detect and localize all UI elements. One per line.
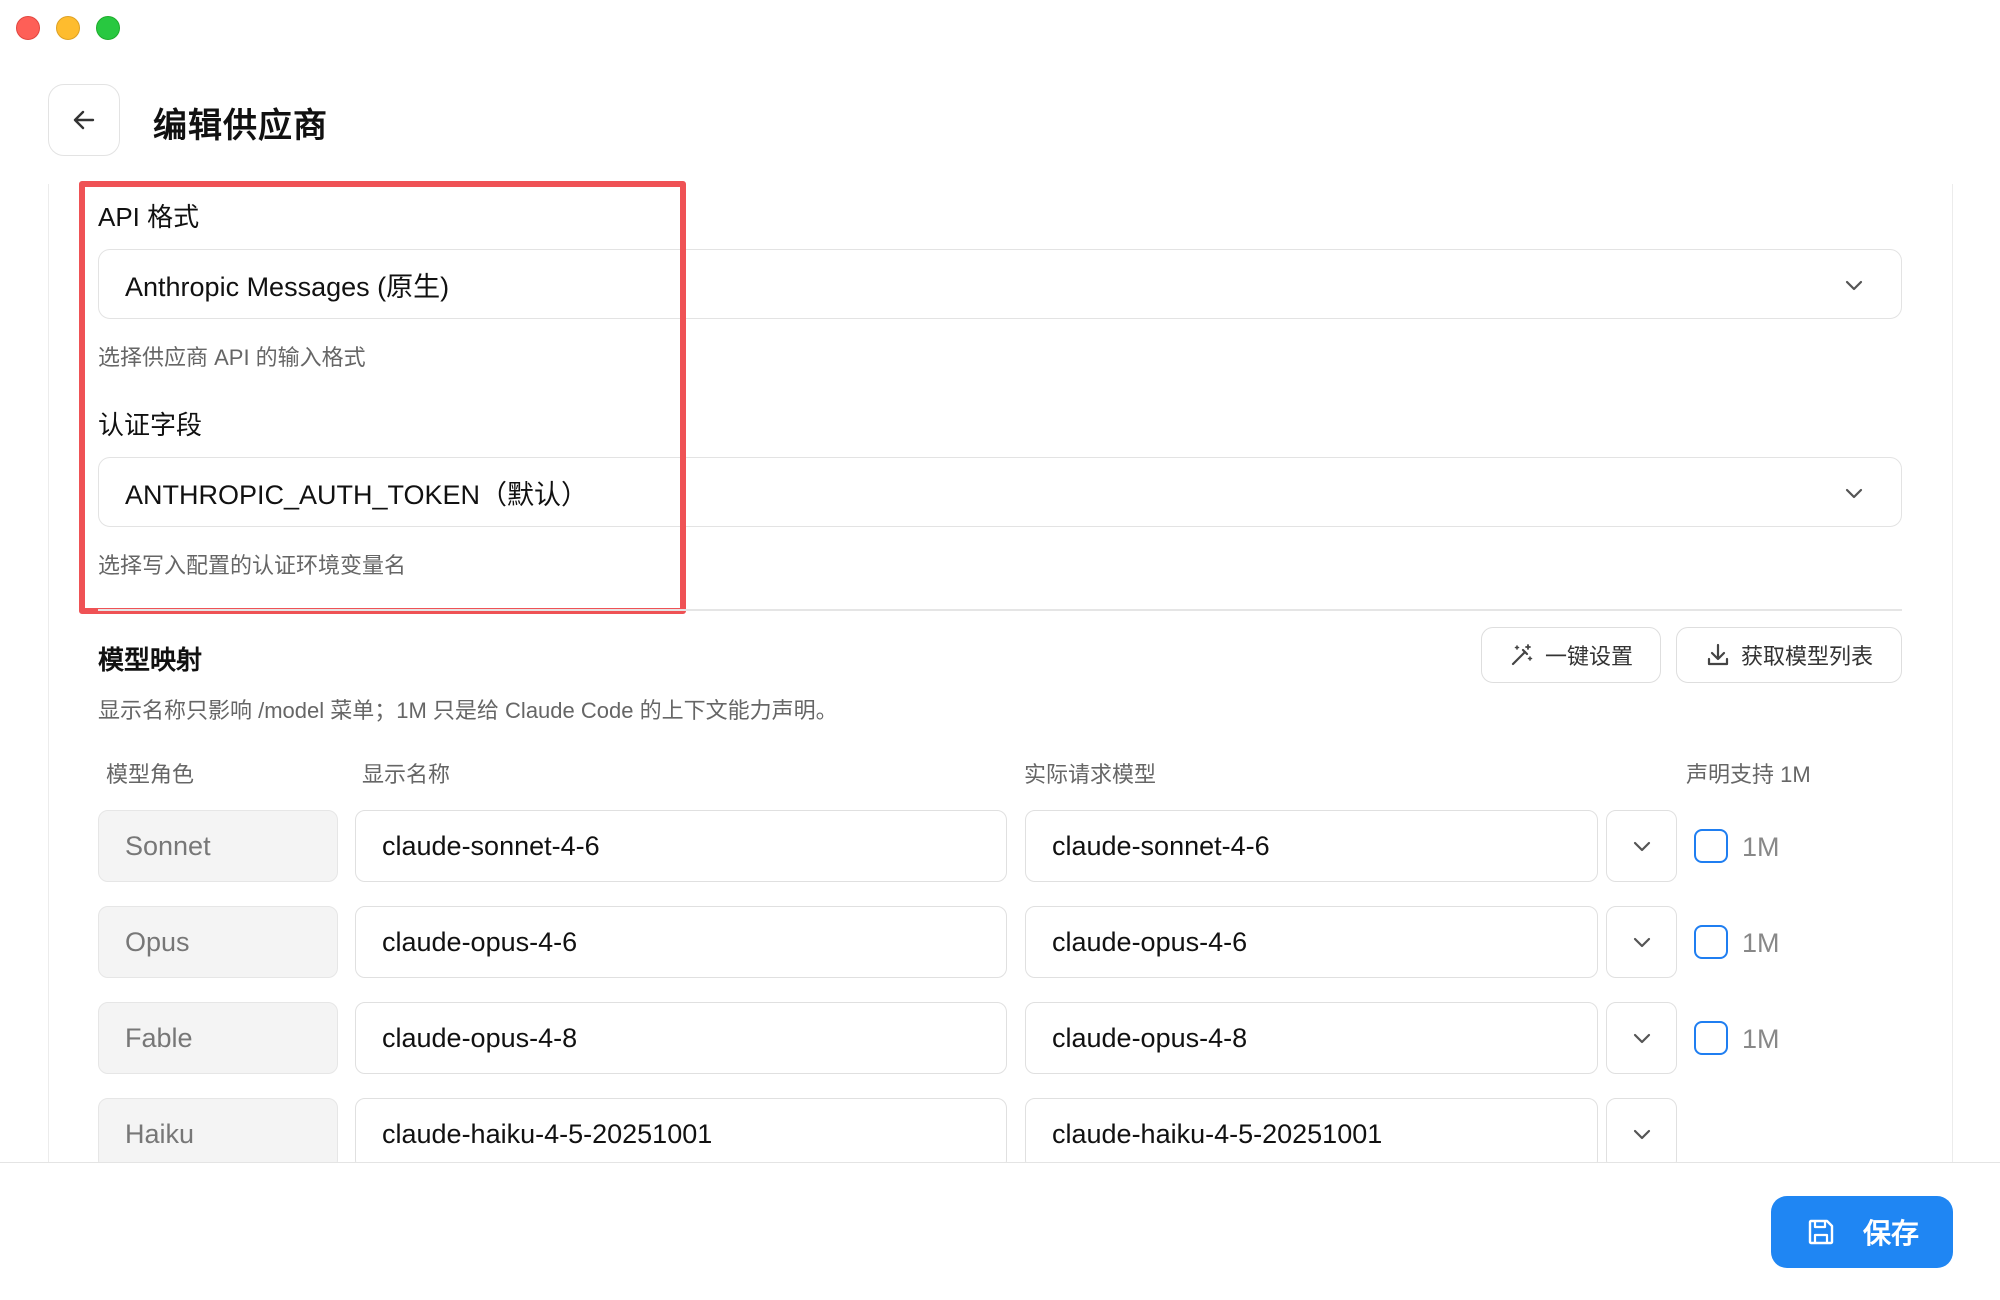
footer-bar — [0, 1162, 2000, 1300]
support-1m-checkbox[interactable] — [1694, 829, 1728, 863]
close-window-button[interactable] — [16, 16, 40, 40]
auth-field-label: 认证字段 — [98, 410, 203, 440]
fetch-model-list-label: 获取模型列表 — [1740, 644, 1873, 669]
api-format-hint: 选择供应商 API 的输入格式 — [98, 345, 366, 370]
actual-model-input[interactable]: claude-opus-4-8 — [1025, 1002, 1598, 1074]
magic-wand-icon — [1511, 644, 1533, 666]
one-click-setup-label: 一键设置 — [1544, 644, 1633, 669]
support-1m-label: 1M — [1742, 928, 1780, 958]
api-format-label: API 格式 — [98, 202, 200, 232]
display-name-input[interactable]: claude-haiku-4-5-20251001 — [355, 1098, 1007, 1170]
column-header-1m: 声明支持 1M — [1686, 762, 1811, 787]
window-titlebar — [0, 0, 2000, 56]
minimize-window-button[interactable] — [56, 16, 80, 40]
model-dropdown-button[interactable] — [1606, 810, 1677, 882]
model-mapping-description: 显示名称只影响 /model 菜单；1M 只是给 Claude Code 的上下… — [98, 698, 838, 723]
support-1m-checkbox[interactable] — [1694, 1021, 1728, 1055]
model-dropdown-button[interactable] — [1606, 906, 1677, 978]
chevron-down-icon — [1845, 488, 1863, 499]
save-icon — [1808, 1219, 1834, 1245]
section-divider — [98, 609, 1902, 611]
chevron-down-icon — [1633, 841, 1650, 852]
role-cell-sonnet: Sonnet — [98, 810, 338, 882]
save-label: 保存 — [1862, 1218, 1919, 1249]
actual-model-input[interactable]: claude-sonnet-4-6 — [1025, 810, 1598, 882]
download-icon — [1707, 643, 1729, 666]
auth-field-value: ANTHROPIC_AUTH_TOKEN（默认） — [125, 479, 589, 510]
back-button[interactable] — [48, 84, 120, 156]
page-title: 编辑供应商 — [153, 107, 328, 145]
fetch-model-list-button[interactable]: 获取模型列表 — [1676, 627, 1902, 683]
model-dropdown-button[interactable] — [1606, 1002, 1677, 1074]
actual-model-input[interactable]: claude-haiku-4-5-20251001 — [1025, 1098, 1598, 1170]
support-1m-label: 1M — [1742, 1024, 1780, 1054]
api-format-select[interactable]: Anthropic Messages (原生) — [98, 249, 1902, 319]
auth-field-select[interactable]: ANTHROPIC_AUTH_TOKEN（默认） — [98, 457, 1902, 527]
api-format-value: Anthropic Messages (原生) — [125, 271, 450, 302]
back-arrow-icon — [73, 110, 95, 130]
column-header-actual-model: 实际请求模型 — [1024, 762, 1157, 787]
one-click-setup-button[interactable]: 一键设置 — [1481, 627, 1661, 683]
zoom-window-button[interactable] — [96, 16, 120, 40]
display-name-input[interactable]: claude-sonnet-4-6 — [355, 810, 1007, 882]
save-button[interactable]: 保存 — [1771, 1196, 1953, 1268]
auth-field-hint: 选择写入配置的认证环境变量名 — [98, 553, 407, 578]
model-mapping-title: 模型映射 — [98, 645, 203, 675]
support-1m-label: 1M — [1742, 832, 1780, 862]
chevron-down-icon — [1845, 280, 1863, 291]
chevron-down-icon — [1633, 937, 1650, 948]
support-1m-checkbox[interactable] — [1694, 925, 1728, 959]
column-header-display-name: 显示名称 — [362, 762, 451, 787]
role-cell-haiku: Haiku — [98, 1098, 338, 1170]
column-header-role: 模型角色 — [106, 762, 195, 787]
display-name-input[interactable]: claude-opus-4-6 — [355, 906, 1007, 978]
display-name-input[interactable]: claude-opus-4-8 — [355, 1002, 1007, 1074]
chevron-down-icon — [1633, 1129, 1650, 1140]
model-dropdown-button[interactable] — [1606, 1098, 1677, 1170]
actual-model-input[interactable]: claude-opus-4-6 — [1025, 906, 1598, 978]
role-cell-opus: Opus — [98, 906, 338, 978]
role-cell-fable: Fable — [98, 1002, 338, 1074]
chevron-down-icon — [1633, 1033, 1650, 1044]
